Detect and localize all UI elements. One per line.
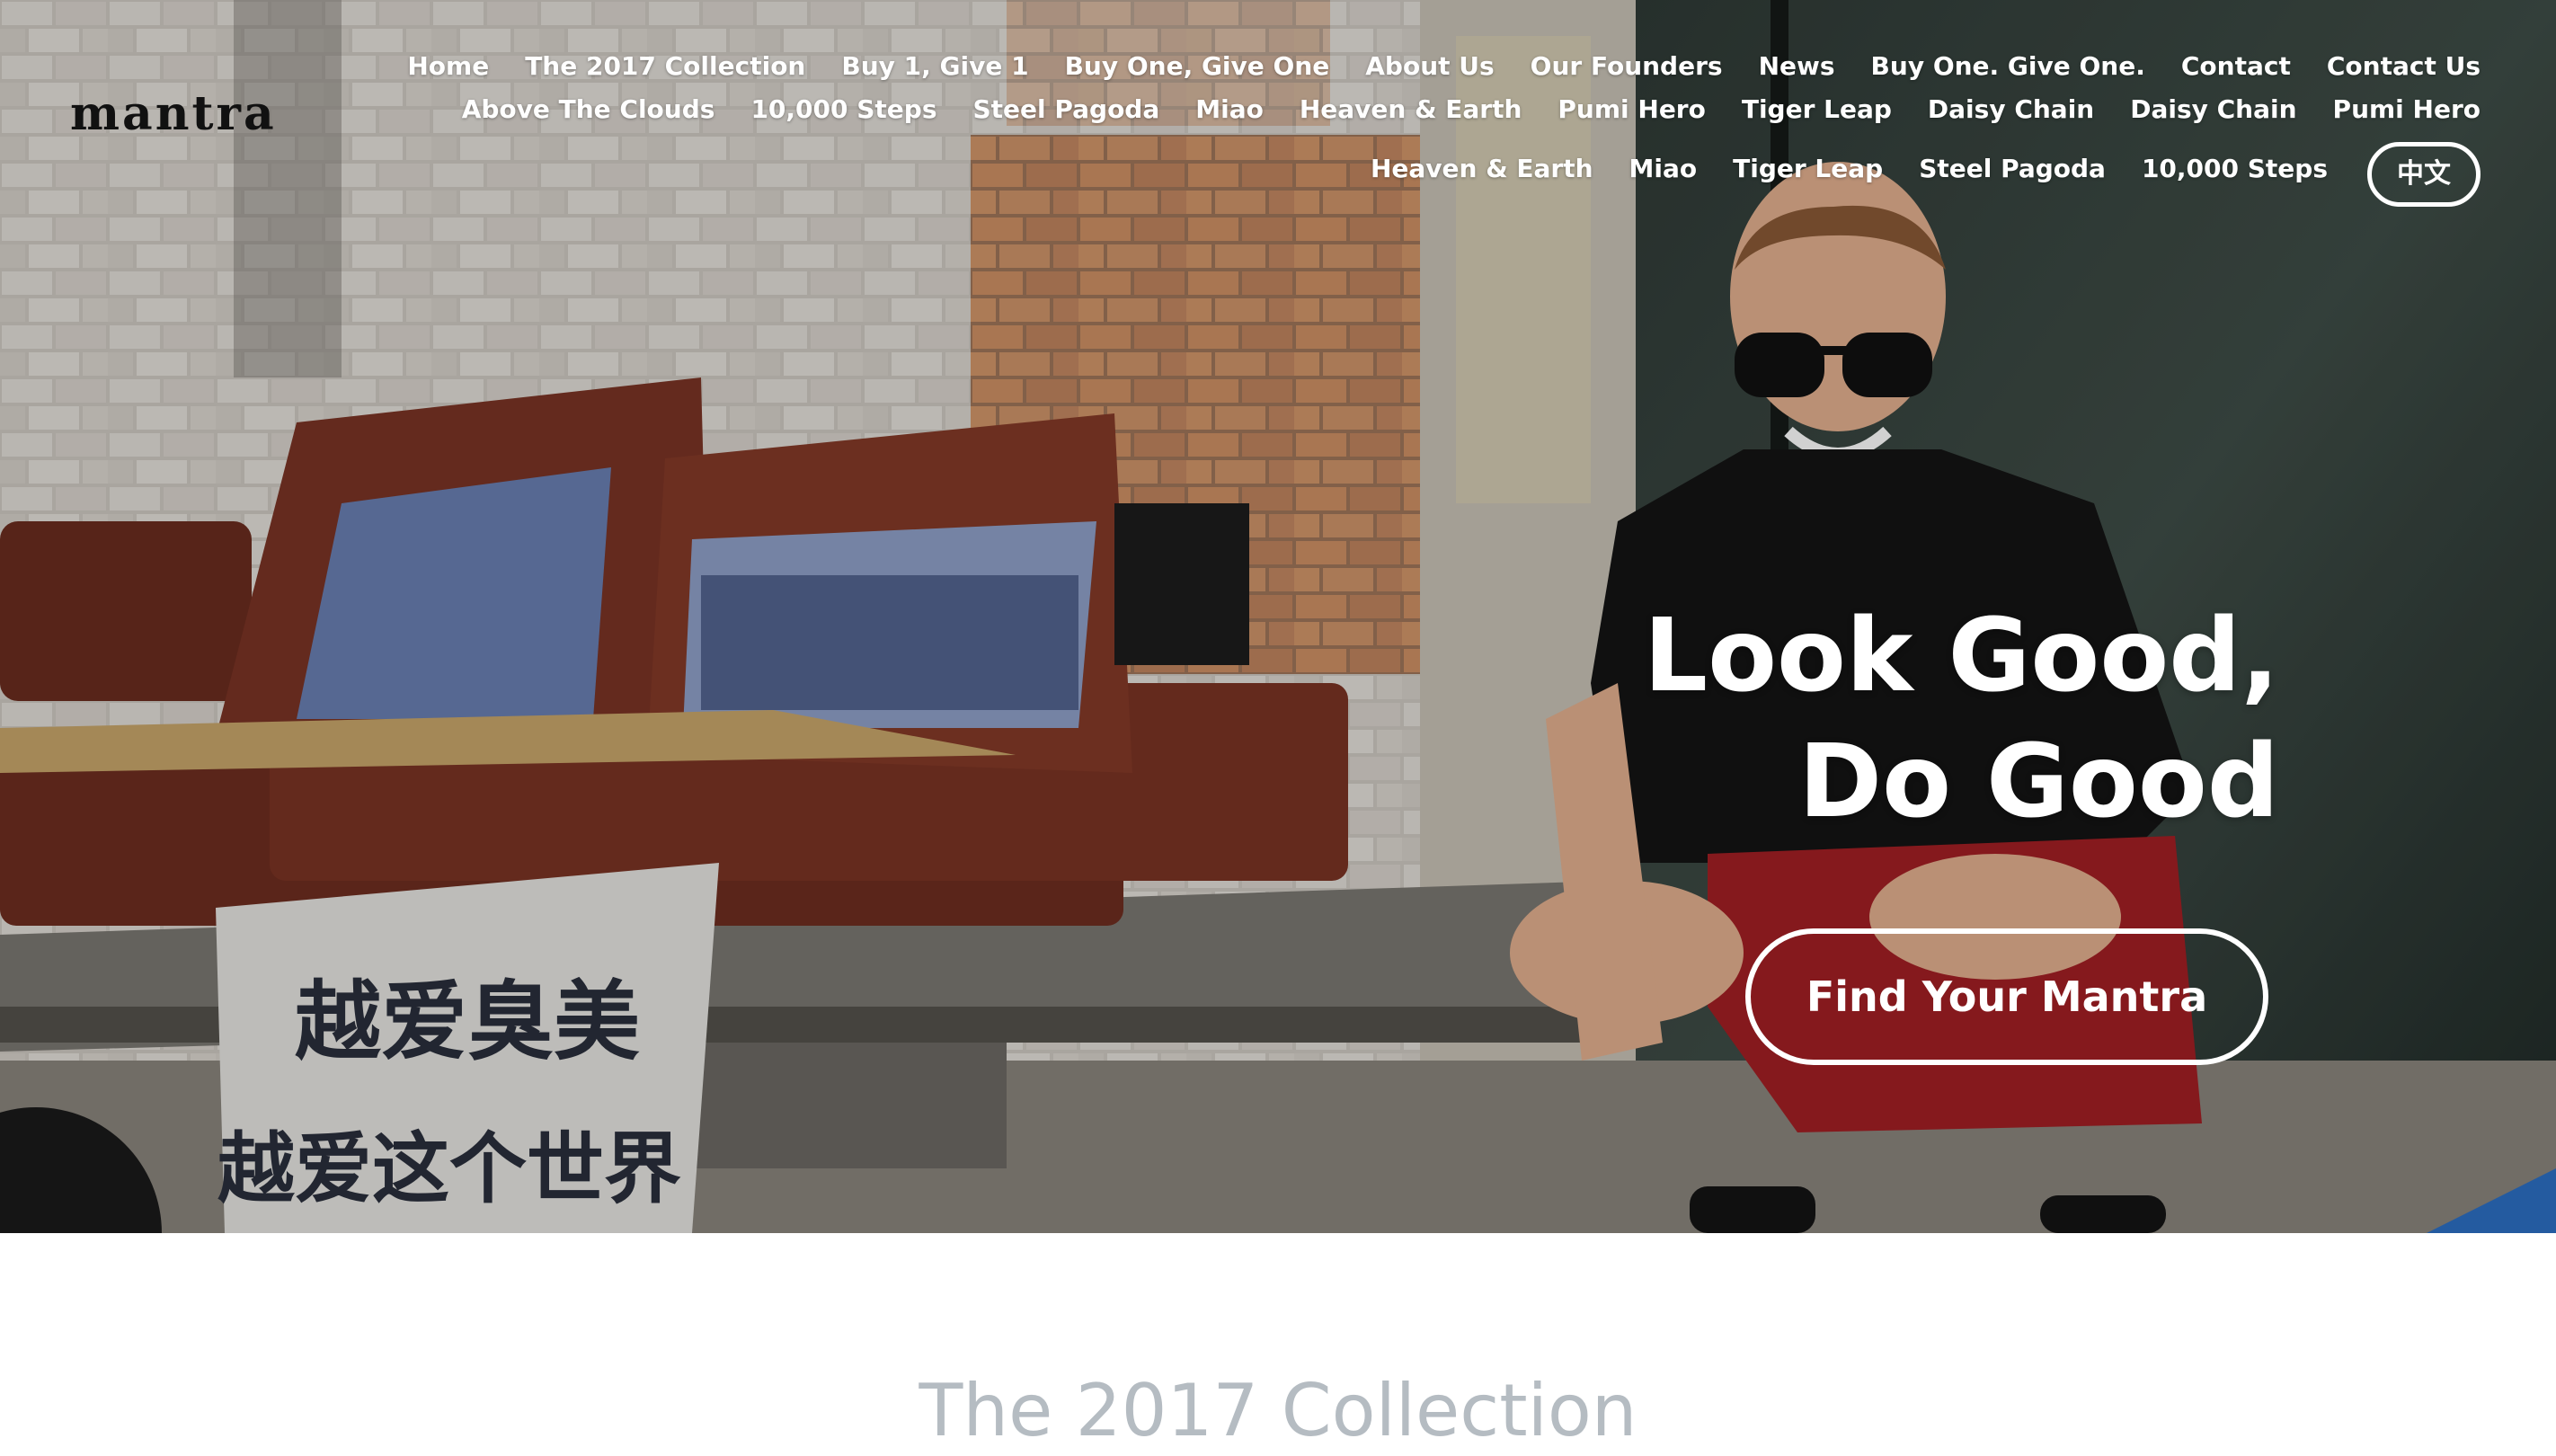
nav-item-contact[interactable]: Contact xyxy=(2181,45,2291,88)
nav-item-2017-collection[interactable]: The 2017 Collection xyxy=(525,45,805,88)
nav-item-miao-2[interactable]: Miao xyxy=(1629,147,1698,191)
nav-item-buy-one-give-one-dot[interactable]: Buy One. Give One. xyxy=(1871,45,2145,88)
nav-item-buy-one-give-one[interactable]: Buy One, Give One xyxy=(1065,45,1330,88)
language-switch-button[interactable]: 中文 xyxy=(2367,142,2481,207)
nav-item-tiger-leap-2[interactable]: Tiger Leap xyxy=(1733,147,1883,191)
nav-item-pumi-hero[interactable]: Pumi Hero xyxy=(1558,88,1705,131)
nav-item-about-us[interactable]: About Us xyxy=(1365,45,1494,88)
nav-item-10000-steps-2[interactable]: 10,000 Steps xyxy=(2142,147,2328,191)
nav-item-contact-us[interactable]: Contact Us xyxy=(2327,45,2481,88)
nav-item-daisy-chain[interactable]: Daisy Chain xyxy=(1928,88,2094,131)
nav-item-news[interactable]: News xyxy=(1759,45,1835,88)
brand-logo[interactable]: mantra xyxy=(70,86,277,141)
nav-item-buy-1-give-1[interactable]: Buy 1, Give 1 xyxy=(841,45,1028,88)
find-your-mantra-button[interactable]: Find Your Mantra xyxy=(1745,928,2268,1065)
nav-item-above-the-clouds[interactable]: Above The Clouds xyxy=(462,88,715,131)
nav-item-tiger-leap[interactable]: Tiger Leap xyxy=(1742,88,1892,131)
nav-item-heaven-earth[interactable]: Heaven & Earth xyxy=(1300,88,1522,131)
nav-item-daisy-chain-2[interactable]: Daisy Chain xyxy=(2130,88,2296,131)
hero-banner: 越爱臭美 越爱这个世界 mantra Home The 2017 Collect… xyxy=(0,0,2556,1233)
nav-item-heaven-earth-2[interactable]: Heaven & Earth xyxy=(1371,147,1593,191)
section-title: The 2017 Collection xyxy=(919,1369,1637,1452)
nav-item-home[interactable]: Home xyxy=(407,45,489,88)
nav-item-steel-pagoda[interactable]: Steel Pagoda xyxy=(972,88,1159,131)
nav-item-pumi-hero-2[interactable]: Pumi Hero xyxy=(2333,88,2481,131)
hero-headline-line2: Do Good xyxy=(1798,724,2279,840)
nav-item-our-founders[interactable]: Our Founders xyxy=(1531,45,1723,88)
nav-item-10000-steps[interactable]: 10,000 Steps xyxy=(750,88,936,131)
hero-headline-line1: Look Good, xyxy=(1643,598,2279,715)
hero-headline: Look Good, Do Good xyxy=(1644,593,2279,845)
main-navigation: Home The 2017 Collection Buy 1, Give 1 B… xyxy=(324,45,2481,207)
nav-item-miao[interactable]: Miao xyxy=(1195,88,1264,131)
nav-item-steel-pagoda-2[interactable]: Steel Pagoda xyxy=(1919,147,2106,191)
